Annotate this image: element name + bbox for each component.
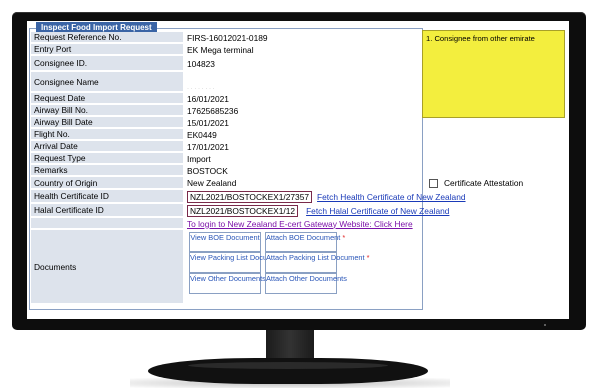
value-request-reference: FIRS-16012021-0189 bbox=[187, 32, 268, 43]
row-airway-bill-no: Airway Bill No. 17625685236 bbox=[31, 105, 420, 116]
label-remarks: Remarks bbox=[31, 165, 183, 176]
value-health-certificate: NZL2021/BOSTOCKEX1/27357 Fetch Health Ce… bbox=[185, 190, 466, 203]
sticky-note: 1. Consignee from other emirate bbox=[422, 30, 565, 118]
label-request-type: Request Type bbox=[31, 153, 183, 164]
row-request-date: Request Date 16/01/2021 bbox=[31, 93, 420, 104]
monitor-frame: Inspect Food Import Request Request Refe… bbox=[12, 12, 586, 330]
value-arrival-date: 17/01/2021 bbox=[187, 141, 229, 152]
row-documents: Documents View BOE Document Attach BOE D… bbox=[31, 230, 420, 304]
power-indicator bbox=[544, 324, 546, 326]
attach-boe-document-button[interactable]: Attach BOE Document * bbox=[265, 232, 345, 252]
value-consignee-name: · · · · · · · · bbox=[187, 86, 215, 92]
fetch-halal-certificate-link[interactable]: Fetch Halal Certificate of New Zealand bbox=[306, 206, 449, 216]
value-request-date: 16/01/2021 bbox=[187, 93, 229, 104]
view-other-documents-button[interactable]: View Other Documents bbox=[189, 273, 266, 294]
row-request-type: Request Type Import bbox=[31, 153, 420, 164]
attach-boe-document-label: Attach BOE Document bbox=[266, 233, 341, 242]
required-marker: * bbox=[342, 233, 346, 242]
row-entry-port: Entry Port EK Mega terminal bbox=[31, 44, 420, 55]
attach-packing-list-button[interactable]: Attach Packing List Document * bbox=[265, 252, 370, 273]
label-ecert-empty bbox=[31, 218, 183, 229]
value-country-of-origin: New Zealand Certificate Attestation bbox=[185, 177, 523, 189]
label-request-reference: Request Reference No. bbox=[31, 32, 183, 43]
fetch-health-certificate-link[interactable]: Fetch Health Certificate of New Zealand bbox=[317, 192, 466, 202]
attach-other-documents-button[interactable]: Attach Other Documents bbox=[265, 273, 347, 294]
label-documents: Documents bbox=[31, 230, 183, 304]
ecert-gateway-link[interactable]: To login to New Zealand E-cert Gateway W… bbox=[187, 219, 413, 229]
screen: Inspect Food Import Request Request Refe… bbox=[27, 21, 569, 319]
label-halal-certificate: Halal Certificate ID bbox=[31, 204, 183, 217]
label-health-certificate: Health Certificate ID bbox=[31, 190, 183, 203]
label-request-date: Request Date bbox=[31, 93, 183, 104]
value-flight-no: EK0449 bbox=[187, 129, 217, 140]
row-arrival-date: Arrival Date 17/01/2021 bbox=[31, 141, 420, 152]
documents-buttons: View BOE Document Attach BOE Document * … bbox=[185, 230, 420, 304]
view-packing-list-button[interactable]: View Packing List Documents bbox=[189, 252, 287, 273]
row-health-certificate: Health Certificate ID NZL2021/BOSTOCKEX1… bbox=[31, 190, 466, 203]
row-country-of-origin: Country of Origin New Zealand Certificat… bbox=[31, 177, 523, 189]
label-airway-bill-date: Airway Bill Date bbox=[31, 117, 183, 128]
value-request-type: Import bbox=[187, 153, 211, 164]
label-consignee-name: Consignee Name bbox=[31, 72, 183, 92]
halal-certificate-id-field[interactable]: NZL2021/BOSTOCKEX1/12 bbox=[187, 204, 299, 217]
inspect-food-import-request-form: Inspect Food Import Request Request Refe… bbox=[29, 22, 523, 310]
health-certificate-id-field[interactable]: NZL2021/BOSTOCKEX1/27357 bbox=[187, 190, 313, 203]
row-remarks: Remarks BOSTOCK bbox=[31, 165, 420, 176]
value-remarks: BOSTOCK bbox=[187, 165, 228, 176]
value-airway-bill-date: 15/01/2021 bbox=[187, 117, 229, 128]
certificate-attestation-checkbox[interactable] bbox=[429, 178, 438, 188]
label-airway-bill-no: Airway Bill No. bbox=[31, 105, 183, 116]
label-country-of-origin: Country of Origin bbox=[31, 177, 183, 189]
value-airway-bill-no: 17625685236 bbox=[187, 105, 239, 116]
row-airway-bill-date: Airway Bill Date 15/01/2021 bbox=[31, 117, 420, 128]
value-halal-certificate: NZL2021/BOSTOCKEX1/12 Fetch Halal Certif… bbox=[185, 204, 449, 217]
row-consignee-name: Consignee Name · · · · · · · · bbox=[31, 72, 420, 92]
row-flight-no: Flight No. EK0449 bbox=[31, 129, 420, 140]
attach-packing-list-label: Attach Packing List Document bbox=[266, 253, 365, 262]
view-boe-document-button[interactable]: View BOE Document bbox=[189, 232, 261, 252]
value-ecert-link: To login to New Zealand E-cert Gateway W… bbox=[185, 218, 420, 229]
row-ecert-link: To login to New Zealand E-cert Gateway W… bbox=[31, 218, 420, 229]
row-consignee-id: Consignee ID. 104823 bbox=[31, 56, 420, 71]
monitor-stand-base bbox=[148, 358, 428, 384]
certificate-attestation-label: Certificate Attestation bbox=[444, 178, 524, 188]
label-entry-port: Entry Port bbox=[31, 44, 183, 55]
required-marker: * bbox=[366, 253, 370, 262]
label-flight-no: Flight No. bbox=[31, 129, 183, 140]
certificate-attestation-toggle[interactable]: Certificate Attestation bbox=[429, 178, 523, 188]
row-halal-certificate: Halal Certificate ID NZL2021/BOSTOCKEX1/… bbox=[31, 204, 449, 217]
country-of-origin-text: New Zealand bbox=[187, 178, 237, 188]
row-request-reference: Request Reference No. FIRS-16012021-0189 bbox=[31, 32, 420, 43]
label-consignee-id: Consignee ID. bbox=[31, 56, 183, 71]
label-arrival-date: Arrival Date bbox=[31, 141, 183, 152]
value-consignee-id: 104823 bbox=[187, 58, 215, 69]
value-entry-port: EK Mega terminal bbox=[187, 44, 254, 55]
